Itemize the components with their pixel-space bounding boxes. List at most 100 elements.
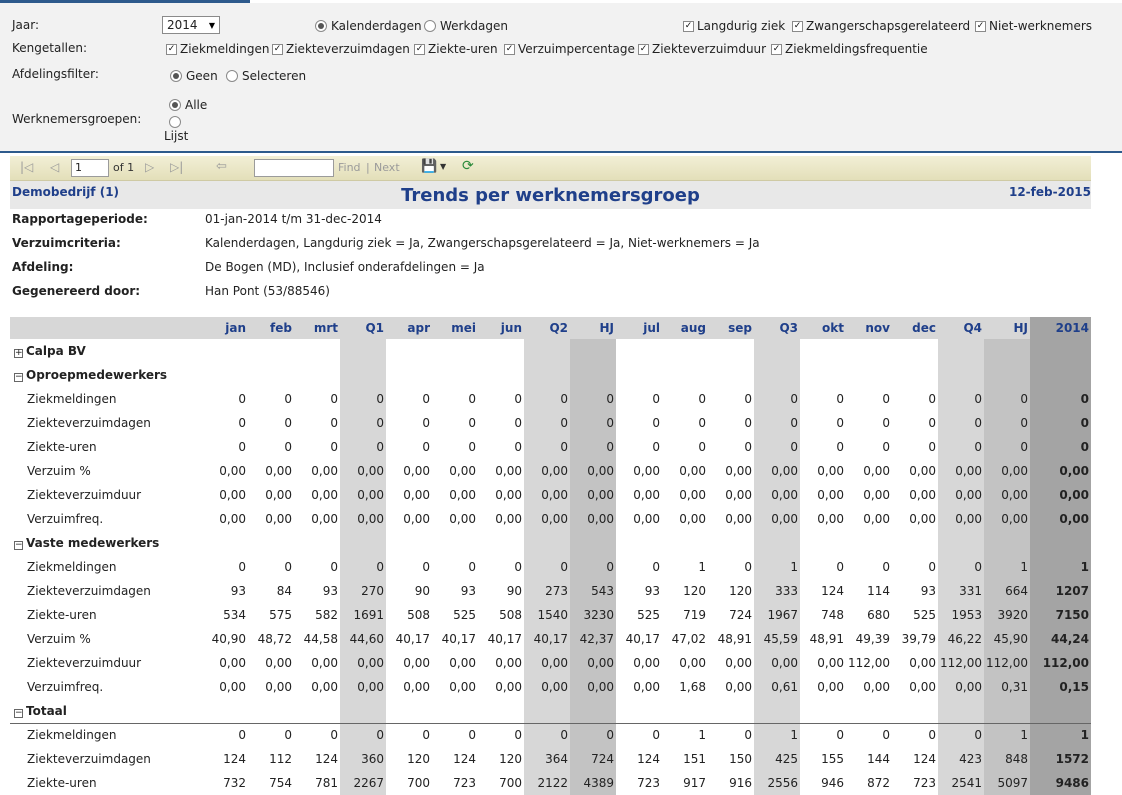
empty-cell	[432, 363, 478, 387]
table-cell: 0	[570, 555, 616, 579]
next-page-icon[interactable]: ▷	[145, 160, 154, 174]
table-cell: 47,02	[671, 632, 706, 646]
expand-icon[interactable]: +	[14, 349, 23, 358]
table-cell: 0	[744, 392, 752, 406]
empty-cell	[662, 699, 708, 723]
radio-geen[interactable]: Geen	[170, 69, 218, 83]
checkbox-verzuimpercentage[interactable]: ✓ Verzuimpercentage	[504, 42, 635, 56]
table-cell: 423	[938, 747, 984, 771]
row-label: Ziekmeldingen	[27, 392, 117, 406]
group-label: Calpa BV	[26, 344, 86, 358]
next-link[interactable]: Next	[374, 161, 400, 174]
table-cell: 664	[984, 579, 1030, 603]
check-icon: ✓	[683, 20, 694, 32]
table-cell: 723	[637, 776, 660, 790]
back-icon[interactable]: ⇦	[216, 159, 227, 174]
radio-selecteren[interactable]: Selecteren	[226, 69, 306, 83]
table-cell: 0	[882, 440, 890, 454]
find-link[interactable]: Find	[338, 161, 361, 174]
table-cell: 916	[729, 776, 752, 790]
last-page-icon[interactable]: ▷|	[170, 160, 183, 174]
table-cell: 0,00	[938, 483, 984, 507]
table-cell: 112	[269, 752, 292, 766]
table-cell: 112,00	[848, 656, 890, 670]
checkbox-ziekmeldingsfrequentie[interactable]: ✓ Ziekmeldingsfrequentie	[771, 42, 928, 56]
column-header: HJ	[570, 317, 616, 339]
first-page-icon[interactable]: |◁	[20, 160, 33, 174]
previous-page-icon[interactable]: ◁	[50, 160, 59, 174]
table-cell: 144	[867, 752, 890, 766]
table-cell: 0,00	[524, 675, 570, 699]
table-cell: 582	[315, 608, 338, 622]
collapse-icon[interactable]: −	[14, 373, 23, 382]
checkbox-ziekteverzuimdagen[interactable]: ✓ Ziekteverzuimdagen	[272, 42, 410, 56]
column-header: mei	[432, 317, 478, 339]
table-cell: 273	[524, 579, 570, 603]
table-cell: 0,00	[817, 656, 844, 670]
radio-werkdagen[interactable]: Werkdagen	[424, 19, 508, 33]
table-cell: 0	[468, 440, 476, 454]
empty-cell	[754, 531, 800, 555]
collapse-icon[interactable]: −	[14, 541, 23, 550]
empty-cell	[432, 699, 478, 723]
table-cell: 360	[340, 747, 386, 771]
table-cell: 0,00	[403, 512, 430, 526]
row-label: Verzuimfreq.	[27, 680, 104, 694]
radio-lijst[interactable]	[169, 116, 185, 128]
checkbox-langdurig-ziek[interactable]: ✓ Langdurig ziek	[683, 19, 785, 33]
table-cell: 0,00	[570, 459, 616, 483]
checkbox-ziekteverzuimduur[interactable]: ✓ Ziekteverzuimduur	[638, 42, 766, 56]
radio-alle[interactable]: Alle	[169, 98, 207, 112]
jaar-select[interactable]: 2014 ▼	[162, 16, 220, 34]
table-cell: 155	[821, 752, 844, 766]
table-cell: 0,00	[570, 651, 616, 675]
table-cell: 0	[892, 722, 938, 747]
checkbox-niet-werknemers[interactable]: ✓ Niet-werknemers	[975, 19, 1092, 33]
kengetallen-label: Kengetallen:	[12, 41, 88, 55]
empty-cell	[432, 339, 478, 363]
table-cell: 0,00	[679, 464, 706, 478]
table-cell: 124	[223, 752, 246, 766]
table-cell: 0	[938, 387, 984, 411]
table-cell: 0,00	[909, 512, 936, 526]
table-cell: 0	[1030, 435, 1091, 459]
table-cell: 0	[570, 387, 616, 411]
table-cell: 0	[984, 387, 1030, 411]
checkbox-zwangerschapsgerelateerd[interactable]: ✓ Zwangerschapsgerelateerd	[792, 19, 970, 33]
table-cell: 0	[744, 560, 752, 574]
table-cell: 0,00	[219, 680, 246, 694]
table-cell: 0	[524, 411, 570, 435]
empty-cell	[478, 699, 524, 723]
table-cell: 723	[913, 776, 936, 790]
find-input[interactable]	[254, 159, 334, 177]
table-row: Verzuim % 0,00 0,00 0,00 0,00 0,00 0,00 0,00 0,0…	[10, 459, 1091, 483]
table-cell: 0	[570, 722, 616, 747]
table-cell: 124	[453, 752, 476, 766]
empty-cell	[938, 531, 984, 555]
table-cell: 1	[662, 722, 708, 747]
empty-cell	[616, 699, 662, 723]
empty-cell	[938, 699, 984, 723]
row-label: Ziekmeldingen	[10, 722, 202, 747]
table-cell: 0,00	[311, 680, 338, 694]
radio-kalenderdagen[interactable]: Kalenderdagen	[315, 19, 422, 33]
table-cell: 0,00	[495, 512, 522, 526]
page-number-input[interactable]: 1	[71, 159, 109, 177]
checkbox-ziekte-uren[interactable]: ✓ Ziekte-uren	[414, 42, 498, 56]
table-cell: 112,00	[938, 651, 984, 675]
table-cell: 0,00	[754, 459, 800, 483]
column-header: okt	[800, 317, 846, 339]
table-row: Ziekteverzuimdagen 0 0 0 0 0 0 0 0 0 0 0 0 0 0 0 0 0 0 0	[10, 411, 1091, 435]
collapse-icon[interactable]: −	[14, 708, 23, 718]
empty-cell	[340, 531, 386, 555]
refresh-icon[interactable]: ⟳	[462, 158, 474, 174]
info-value: Han Pont (53/88546)	[205, 284, 330, 298]
table-cell: 0	[330, 560, 338, 574]
checkbox-ziekmeldingen[interactable]: ✓ Ziekmeldingen	[166, 42, 269, 56]
table-cell: 5097	[984, 771, 1030, 795]
export-icon[interactable]: 💾	[421, 159, 437, 174]
table-cell: 1540	[524, 603, 570, 627]
chevron-down-icon[interactable]: ▼	[440, 162, 446, 171]
table-cell: 93	[230, 584, 246, 598]
table-cell: 508	[499, 608, 522, 622]
